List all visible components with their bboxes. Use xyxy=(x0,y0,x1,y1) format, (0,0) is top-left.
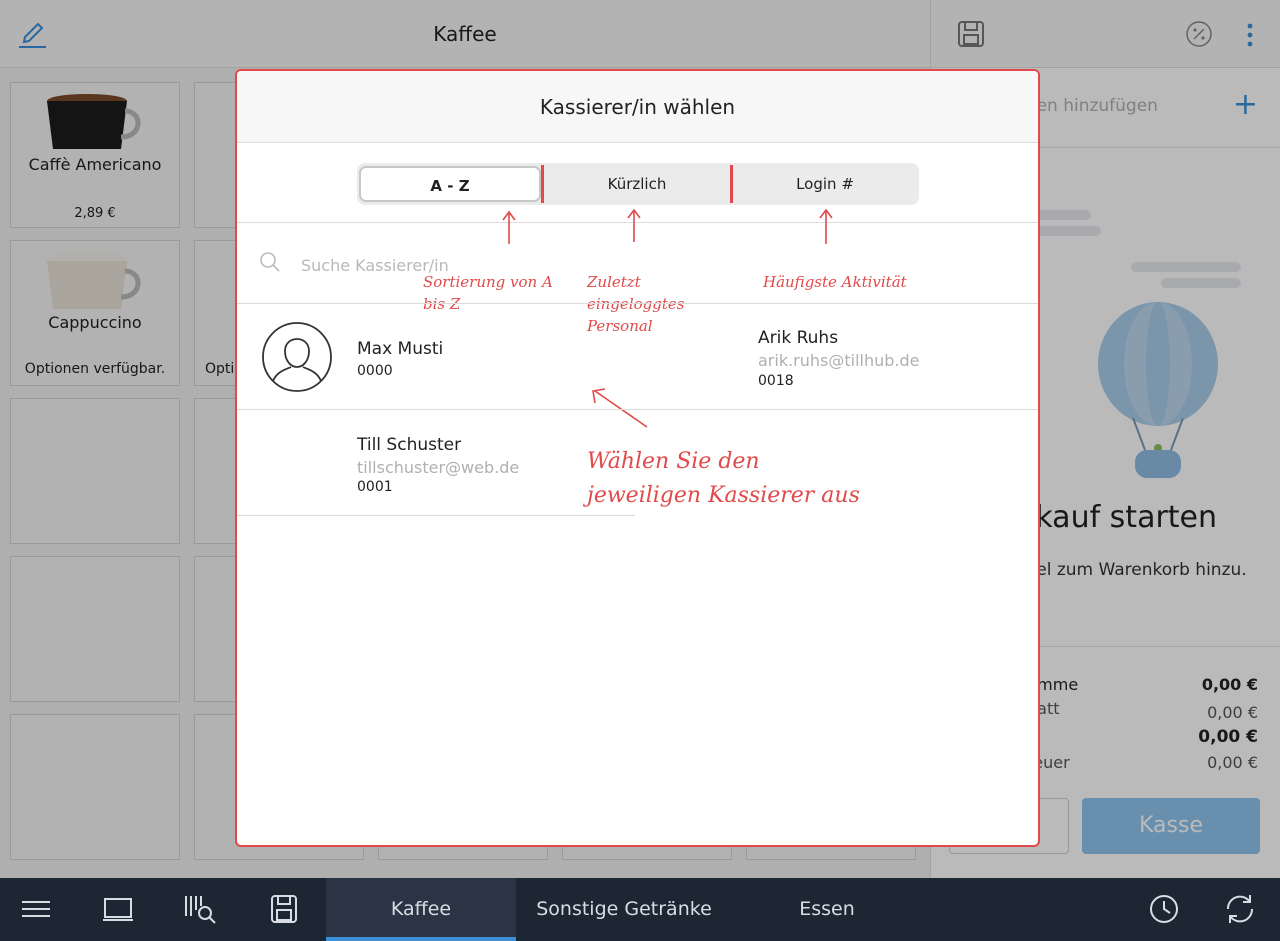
cashier-name: Arik Ruhs xyxy=(758,328,839,348)
cashier-code: 0018 xyxy=(758,373,794,389)
bottom-navigation: Kaffee Sonstige Getränke Essen xyxy=(0,878,1280,941)
avatar-placeholder-icon xyxy=(262,322,332,392)
category-tab-sonstige-getraenke[interactable]: Sonstige Getränke xyxy=(516,878,732,941)
clock-icon[interactable] xyxy=(1146,892,1182,926)
screens-icon[interactable] xyxy=(100,892,136,926)
category-tab-essen[interactable]: Essen xyxy=(732,878,922,941)
sync-icon[interactable] xyxy=(1222,892,1258,926)
cashier-select-dialog: Kassierer/in wählen A - Z Kürzlich Login… xyxy=(235,69,1040,847)
hamburger-menu-icon[interactable] xyxy=(18,892,54,926)
cashier-email: tillschuster@web.de xyxy=(357,458,520,477)
cashier-email: arik.ruhs@tillhub.de xyxy=(758,351,920,370)
barcode-search-icon[interactable] xyxy=(182,892,218,926)
annotation-login: Häufigste Aktivität xyxy=(763,273,907,291)
divider xyxy=(237,515,635,516)
save-icon[interactable] xyxy=(266,892,302,926)
cashier-code: 0001 xyxy=(357,479,393,495)
cashier-name: Max Musti xyxy=(357,339,444,359)
category-tab-kaffee[interactable]: Kaffee xyxy=(326,878,516,941)
cashier-code: 0000 xyxy=(357,363,393,379)
annotation-choose-cashier: Wählen Sie den jeweiligen Kassierer aus xyxy=(587,449,860,508)
cashier-name: Till Schuster xyxy=(357,435,462,455)
